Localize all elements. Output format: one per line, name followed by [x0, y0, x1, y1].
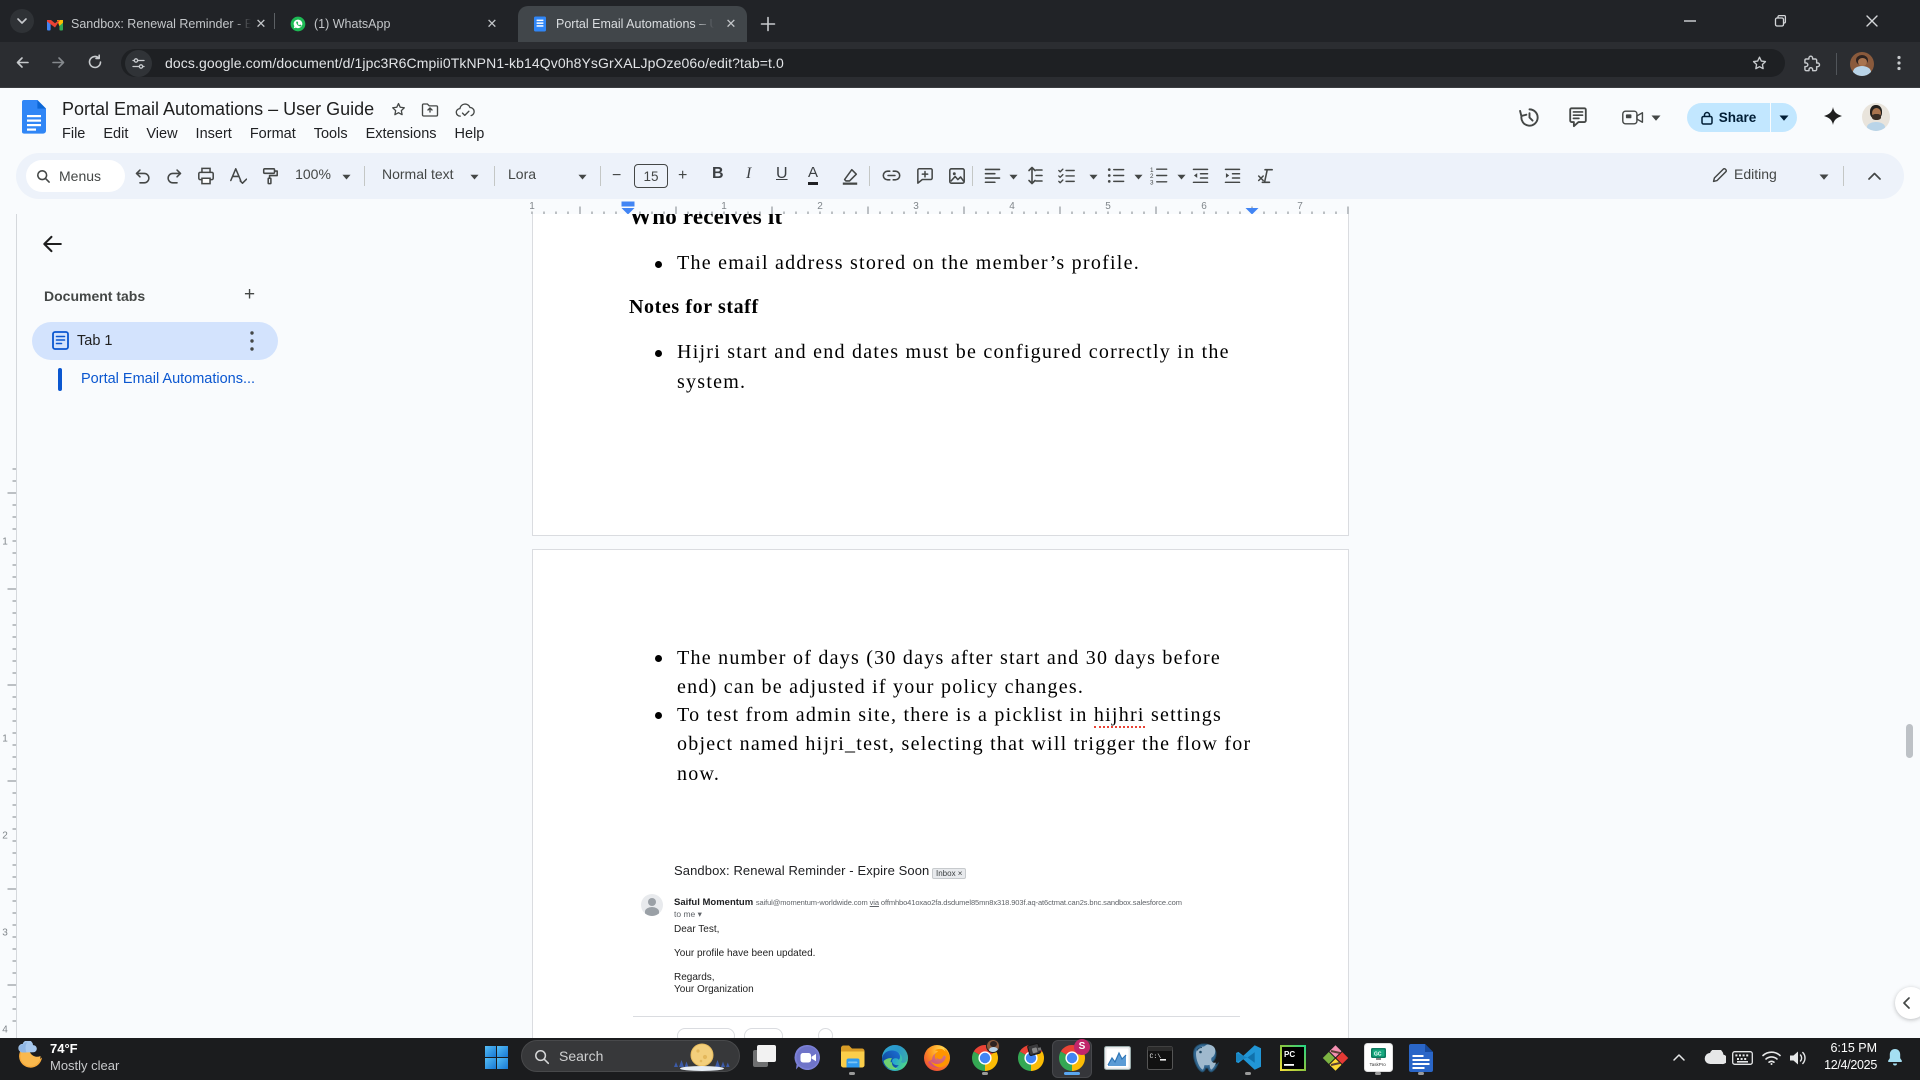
svg-text:4: 4	[1009, 201, 1015, 212]
svg-text:4: 4	[2, 1025, 8, 1036]
svg-text:1: 1	[721, 201, 727, 212]
svg-text:3: 3	[913, 201, 919, 212]
svg-text:3: 3	[2, 928, 8, 939]
svg-text:3: 3	[1150, 180, 1154, 186]
svg-text:1: 1	[2, 734, 8, 745]
svg-text:PC: PC	[1284, 1050, 1295, 1059]
svg-text:5: 5	[1105, 201, 1111, 212]
svg-text:6: 6	[1201, 201, 1207, 212]
svg-text:1: 1	[529, 201, 535, 212]
svg-text:TaskPro: TaskPro	[1370, 1062, 1387, 1067]
svg-text:2: 2	[817, 201, 823, 212]
svg-text:2: 2	[2, 831, 8, 842]
svg-text:C:\: C:\	[1150, 1053, 1162, 1060]
svg-text:GC: GC	[1374, 1052, 1382, 1058]
svg-text:1: 1	[2, 537, 8, 548]
svg-text:7: 7	[1297, 201, 1303, 212]
